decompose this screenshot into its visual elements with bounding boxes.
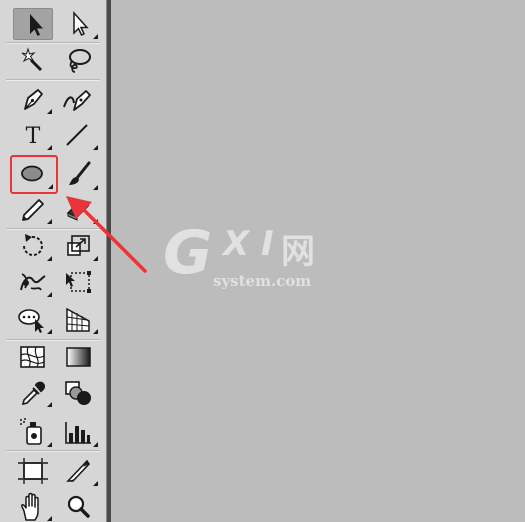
flyout-triangle-icon xyxy=(93,442,98,447)
ellipse-tool-button[interactable] xyxy=(10,155,58,194)
watermark-g: G xyxy=(163,218,213,288)
eraser-tool-button[interactable] xyxy=(59,193,99,225)
zoom-tool-button[interactable] xyxy=(59,490,99,522)
shape-builder-tool-button[interactable] xyxy=(13,303,53,335)
line-segment-tool-button[interactable] xyxy=(59,119,99,151)
free-transform-tool-button[interactable] xyxy=(59,266,99,298)
watermark-wang: 网 xyxy=(281,232,315,272)
gradient-icon xyxy=(66,347,91,367)
warp-tool-button[interactable] xyxy=(13,266,53,298)
eyedropper-tool-button[interactable] xyxy=(13,376,53,408)
zoom-icon xyxy=(67,495,90,518)
blend-icon xyxy=(65,381,91,405)
direct-selection-tool-button[interactable] xyxy=(59,8,99,40)
paintbrush-tool-button[interactable] xyxy=(59,159,99,191)
lasso-icon xyxy=(69,49,91,73)
gradient-tool-button[interactable] xyxy=(59,341,99,373)
watermark-domain: system.com xyxy=(213,272,312,290)
pen-tool-button[interactable] xyxy=(13,83,53,115)
perspective-grid-tool-button[interactable] xyxy=(59,303,99,335)
free-transform-icon xyxy=(66,271,91,293)
magic-wand-tool-button[interactable] xyxy=(13,44,53,76)
column-graph-tool-button[interactable] xyxy=(59,416,99,448)
blend-tool-button[interactable] xyxy=(59,376,99,408)
magic-wand-icon xyxy=(21,47,43,72)
svg-text:T: T xyxy=(26,124,41,149)
selection-tool-button[interactable] xyxy=(13,8,53,40)
flyout-triangle-icon xyxy=(47,402,52,407)
flyout-triangle-icon xyxy=(47,145,52,150)
tool-group-divider xyxy=(6,450,100,452)
tools-panel: T xyxy=(0,0,106,522)
flyout-triangle-icon xyxy=(93,145,98,150)
selection-arrow-icon xyxy=(30,14,43,36)
symbol-sprayer-tool-button[interactable] xyxy=(13,416,53,448)
tool-group-divider xyxy=(6,79,100,81)
artboard-icon xyxy=(18,458,48,484)
pencil-tool-button[interactable] xyxy=(13,193,53,225)
document-canvas[interactable]: G X I 网 system.com xyxy=(111,0,525,522)
flyout-triangle-icon xyxy=(47,442,52,447)
flyout-triangle-icon xyxy=(47,292,52,297)
curvature-tool-button[interactable] xyxy=(59,83,99,115)
type-tool-button[interactable]: T xyxy=(13,119,53,151)
slice-tool-button[interactable] xyxy=(59,455,99,487)
hand-tool-button[interactable] xyxy=(13,490,53,522)
flyout-triangle-icon xyxy=(47,516,52,521)
flyout-triangle-icon xyxy=(93,256,98,261)
flyout-triangle-icon xyxy=(47,256,52,261)
flyout-triangle-icon xyxy=(47,109,52,114)
flyout-triangle-icon xyxy=(47,219,52,224)
flyout-triangle-icon xyxy=(93,481,98,486)
scale-tool-button[interactable] xyxy=(59,230,99,262)
flyout-triangle-icon xyxy=(47,329,52,334)
flyout-triangle-icon xyxy=(93,329,98,334)
flyout-triangle-icon xyxy=(93,185,98,190)
flyout-triangle-icon xyxy=(48,184,53,189)
flyout-triangle-icon xyxy=(93,219,98,224)
mesh-icon xyxy=(20,346,45,368)
curvature-pen-icon xyxy=(63,90,91,111)
mesh-tool-button[interactable] xyxy=(13,341,53,373)
artboard-tool-button[interactable] xyxy=(13,455,53,487)
rotate-tool-button[interactable] xyxy=(13,230,53,262)
flyout-triangle-icon xyxy=(93,34,98,39)
watermark-xi: X I xyxy=(223,224,274,264)
lasso-tool-button[interactable] xyxy=(59,44,99,76)
